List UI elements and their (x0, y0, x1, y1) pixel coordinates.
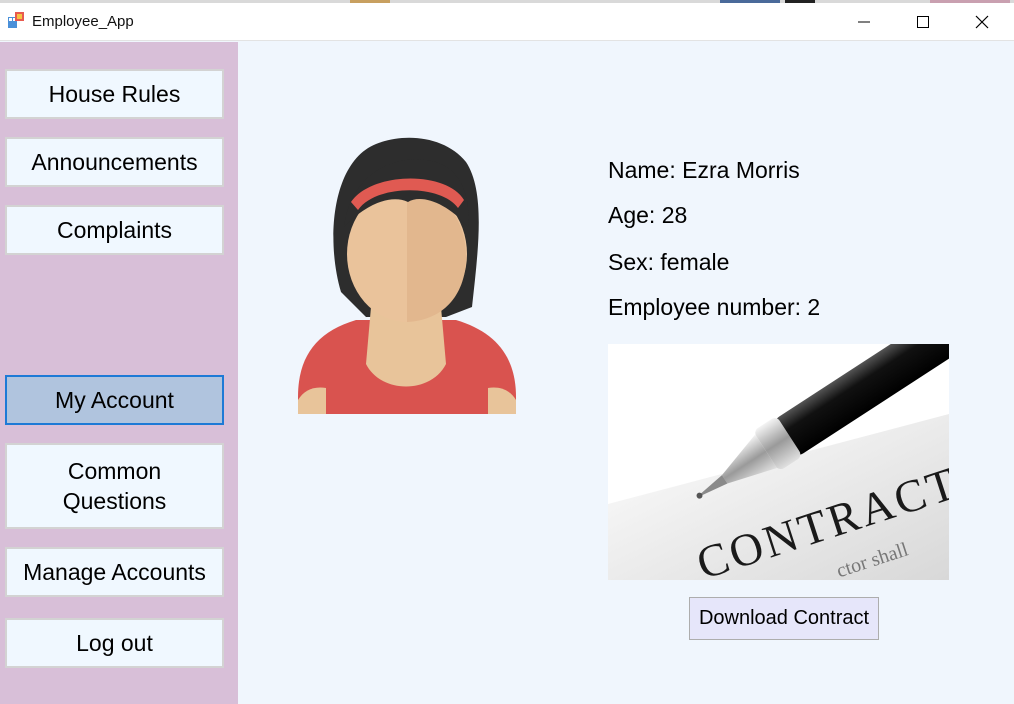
employee-name: Name: Ezra Morris (608, 157, 800, 183)
manage-accounts-button[interactable]: Manage Accounts (5, 547, 224, 597)
employee-sex: Sex: female (608, 249, 730, 275)
window-title: Employee_App (32, 13, 134, 30)
employee-number: Employee number: 2 (608, 294, 821, 320)
complaints-button[interactable]: Complaints (5, 205, 224, 255)
employee-age: Age: 28 (608, 202, 688, 228)
minimize-button[interactable] (835, 3, 893, 41)
close-icon (975, 15, 989, 29)
contract-image: CONTRACT ctor shall (608, 344, 949, 580)
minimize-icon (858, 21, 870, 23)
maximize-button[interactable] (894, 3, 952, 41)
maximize-icon (917, 16, 929, 28)
contract-illustration: CONTRACT ctor shall (608, 344, 949, 580)
log-out-button[interactable]: Log out (5, 618, 224, 668)
app-icon (8, 12, 24, 28)
download-contract-button[interactable]: Download Contract (689, 597, 879, 640)
announcements-button[interactable]: Announcements (5, 137, 224, 187)
house-rules-button[interactable]: House Rules (5, 69, 224, 119)
close-button[interactable] (953, 3, 1011, 41)
user-avatar (298, 137, 516, 414)
sidebar: House Rules Announcements Complaints My … (0, 42, 238, 704)
my-account-button[interactable]: My Account (5, 375, 224, 425)
title-bar: Employee_App (0, 3, 1014, 41)
common-questions-button[interactable]: Common Questions (5, 443, 224, 529)
